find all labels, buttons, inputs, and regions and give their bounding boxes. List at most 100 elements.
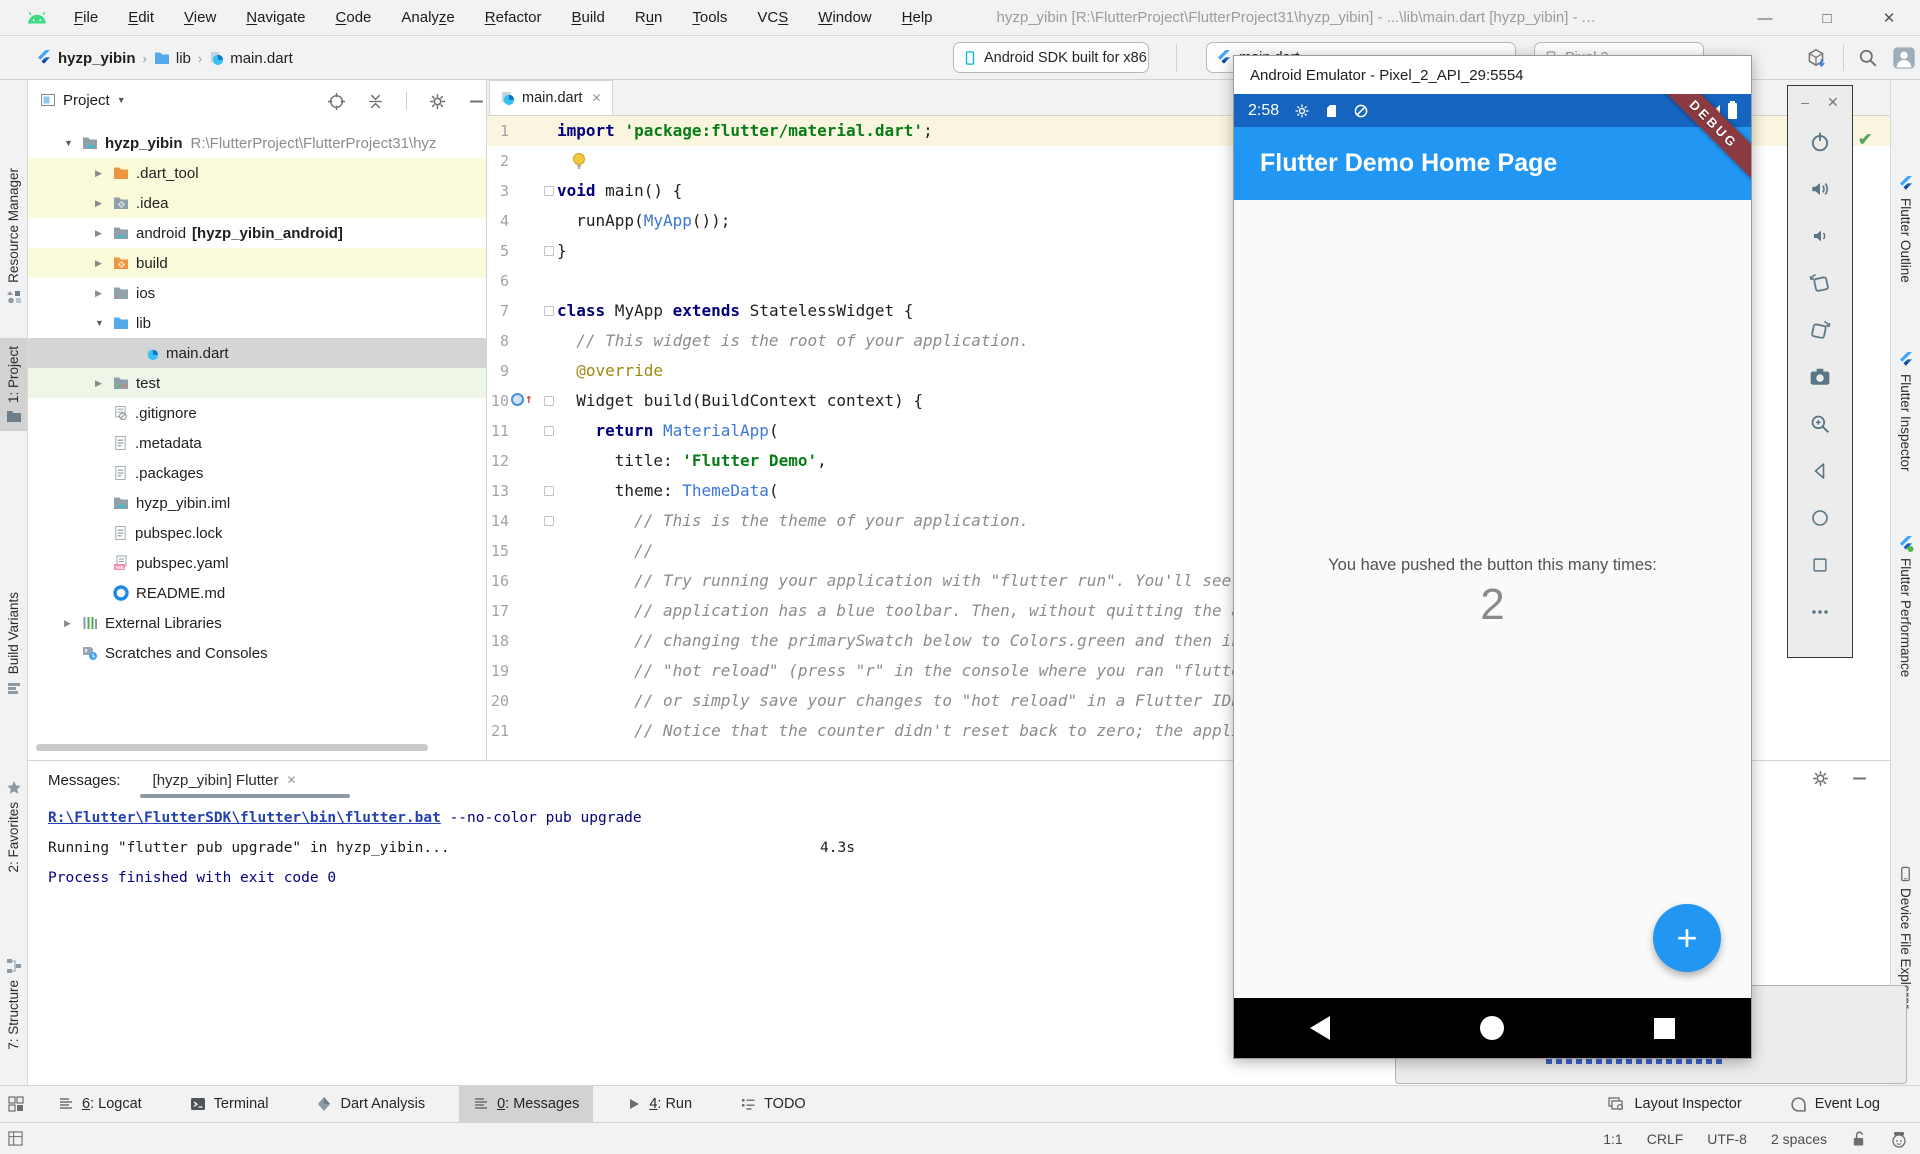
stripe-item-flutter-performance[interactable]: Flutter Performance <box>1891 536 1920 677</box>
tree-item--gitignore[interactable]: .gitignore <box>28 398 487 428</box>
messages-tab[interactable]: [hyzp_yibin] Flutter ✕ <box>153 772 297 789</box>
menu-navigate[interactable]: Navigate <box>246 9 305 26</box>
menu-run[interactable]: Run <box>635 9 663 26</box>
fold-marker-icon[interactable] <box>544 396 554 406</box>
nav-home-button[interactable] <box>1406 1016 1578 1040</box>
menu-build[interactable]: Build <box>571 9 604 26</box>
tree-item--idea[interactable]: ▶.idea <box>28 188 487 218</box>
emulator-screen[interactable]: 2:58 Flutter Demo Home Page You have pus… <box>1234 94 1751 1058</box>
hide-panel-icon[interactable] <box>468 93 485 110</box>
close-tab-icon[interactable]: ✕ <box>591 91 601 105</box>
bulb-icon[interactable] <box>571 152 587 169</box>
tree-item-pubspec-lock[interactable]: pubspec.lock <box>28 518 487 548</box>
tab-main-dart[interactable]: main.dart ✕ <box>489 80 613 115</box>
tool-window-tab-todo[interactable]: TODO <box>726 1086 820 1123</box>
fold-marker-icon[interactable] <box>544 516 554 526</box>
status-widget[interactable]: 1:1 <box>1603 1131 1622 1147</box>
gear-icon[interactable] <box>1812 770 1829 787</box>
menu-tools[interactable]: Tools <box>692 9 727 26</box>
tree-item-readme-md[interactable]: README.md <box>28 578 487 608</box>
minimize-window-button[interactable]: — <box>1734 0 1796 36</box>
emulator-more-button[interactable] <box>1788 588 1852 635</box>
maximize-window-button[interactable]: □ <box>1796 0 1858 36</box>
tool-window-tab-0--messages[interactable]: 0: Messages <box>459 1086 593 1123</box>
tree-item-hyzp-yibin[interactable]: ▼hyzp_yibinR:\FlutterProject\FlutterProj… <box>28 128 487 158</box>
horizontal-scrollbar[interactable] <box>36 744 428 751</box>
tree-item-test[interactable]: ▶test <box>28 368 487 398</box>
tool-window-tab-layout-inspector[interactable]: Layout Inspector <box>1594 1086 1755 1123</box>
close-tab-icon[interactable]: ✕ <box>286 773 296 787</box>
hide-panel-icon[interactable] <box>1851 770 1868 787</box>
chevron-right-icon[interactable]: ▶ <box>95 288 113 299</box>
increment-fab-button[interactable]: + <box>1653 904 1721 972</box>
emulator-overview-button[interactable] <box>1788 541 1852 588</box>
chevron-down-icon[interactable]: ▼ <box>117 95 126 105</box>
emulator-home-button[interactable] <box>1788 494 1852 541</box>
breadcrumb-item[interactable]: main.dart <box>209 50 293 67</box>
chevron-right-icon[interactable]: ▶ <box>95 378 113 389</box>
menu-analyze[interactable]: Analyze <box>401 9 454 26</box>
menu-code[interactable]: Code <box>336 9 372 26</box>
emulator-rotate-left-button[interactable] <box>1788 259 1852 306</box>
search-everywhere-icon[interactable] <box>1858 48 1878 68</box>
tree-item--metadata[interactable]: .metadata <box>28 428 487 458</box>
tool-window-tab-terminal[interactable]: Terminal <box>176 1086 283 1123</box>
close-window-button[interactable]: ✕ <box>1858 0 1920 36</box>
fold-marker-icon[interactable] <box>544 246 554 256</box>
fold-marker-icon[interactable] <box>544 186 554 196</box>
lock-open-icon[interactable] <box>1851 1130 1866 1147</box>
menu-file[interactable]: File <box>74 9 98 26</box>
tree-item-external-libraries[interactable]: ▶External Libraries <box>28 608 487 638</box>
breadcrumb-item[interactable]: lib <box>154 50 191 67</box>
stripe-item----project[interactable]: 1: Project <box>0 338 27 431</box>
status-widget[interactable]: UTF-8 <box>1707 1131 1747 1147</box>
chevron-right-icon[interactable]: ▶ <box>95 258 113 269</box>
minimize-icon[interactable]: – <box>1801 94 1809 110</box>
tree-item-ios[interactable]: ▶ios <box>28 278 487 308</box>
stripe-item----structure[interactable]: 7: Structure <box>0 958 27 1050</box>
close-icon[interactable]: ✕ <box>1827 94 1839 111</box>
chevron-right-icon[interactable]: ▶ <box>95 168 113 179</box>
tool-window-switcher-icon[interactable] <box>8 1096 24 1112</box>
override-marker-icon[interactable]: ↑ <box>511 393 533 406</box>
stripe-item-resource-manager[interactable]: Resource Manager <box>0 168 27 305</box>
tree-item--dart-tool[interactable]: ▶.dart_tool <box>28 158 487 188</box>
sdk-download-icon[interactable] <box>1805 47 1827 69</box>
menu-window[interactable]: Window <box>818 9 871 26</box>
chevron-right-icon[interactable]: ▶ <box>95 228 113 239</box>
menu-edit[interactable]: Edit <box>128 9 154 26</box>
menu-vcs[interactable]: VCS <box>757 9 788 26</box>
collapse-all-icon[interactable] <box>367 93 384 110</box>
menu-view[interactable]: View <box>184 9 216 26</box>
emulator-zoom-button[interactable] <box>1788 400 1852 447</box>
emulator-volume-down-button[interactable] <box>1788 212 1852 259</box>
avatar-icon[interactable] <box>1892 46 1916 70</box>
tool-window-tab-4--run[interactable]: 4: Run <box>613 1086 706 1123</box>
inspection-status-icon[interactable]: ✔ <box>1858 130 1872 150</box>
locate-file-icon[interactable] <box>328 93 345 110</box>
tool-window-tab-6--logcat[interactable]: 6: Logcat <box>44 1086 156 1123</box>
fold-marker-icon[interactable] <box>544 306 554 316</box>
stripe-item----favorites[interactable]: 2: Favorites <box>0 780 27 873</box>
menu-help[interactable]: Help <box>902 9 933 26</box>
emulator-volume-up-button[interactable] <box>1788 165 1852 212</box>
device-selector[interactable]: Android SDK built for x86 (mobile) ▼ <box>953 42 1149 73</box>
stripe-item-flutter-inspector[interactable]: Flutter Inspector <box>1891 352 1920 472</box>
hector-face-icon[interactable] <box>1890 1130 1908 1148</box>
tree-item-scratches-and-consoles[interactable]: Scratches and Consoles <box>28 638 487 668</box>
project-panel-title[interactable]: Project <box>63 92 110 109</box>
emulator-title-bar[interactable]: Android Emulator - Pixel_2_API_29:5554 <box>1234 56 1751 94</box>
emulator-screenshot-button[interactable] <box>1788 353 1852 400</box>
gear-icon[interactable] <box>429 93 446 110</box>
emulator-back-button[interactable] <box>1788 447 1852 494</box>
tool-window-tab-event-log[interactable]: Event Log <box>1776 1086 1894 1123</box>
fold-marker-icon[interactable] <box>544 486 554 496</box>
stripe-item-build-variants[interactable]: Build Variants <box>0 592 27 696</box>
tree-item-pubspec-yaml[interactable]: YMLpubspec.yaml <box>28 548 487 578</box>
chevron-right-icon[interactable]: ▶ <box>95 198 113 209</box>
tree-item--packages[interactable]: .packages <box>28 458 487 488</box>
status-widget[interactable]: 2 spaces <box>1771 1131 1827 1147</box>
emulator-power-button[interactable] <box>1788 118 1852 165</box>
tree-item-hyzp-yibin-iml[interactable]: hyzp_yibin.iml <box>28 488 487 518</box>
tool-window-tab-dart-analysis[interactable]: Dart Analysis <box>302 1086 439 1123</box>
